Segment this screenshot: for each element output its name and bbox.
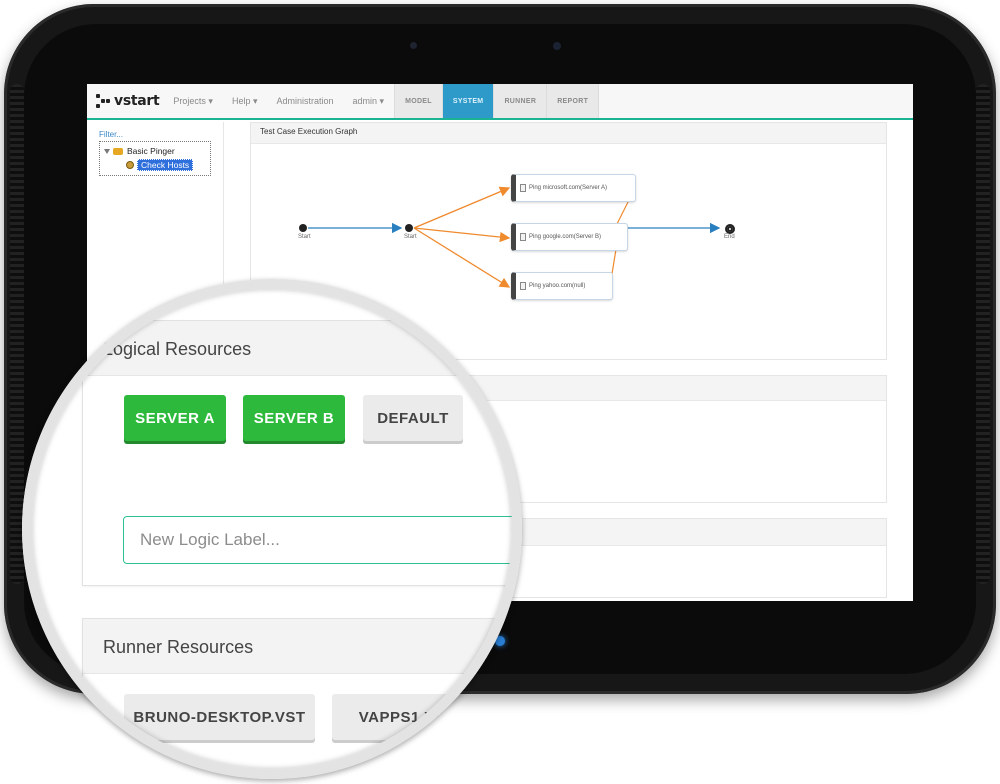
new-logic-label-input[interactable] bbox=[123, 516, 522, 564]
bruno-desktop-button[interactable]: BRUNO-DESKTOP.VST bbox=[124, 694, 315, 740]
node-label: End bbox=[724, 234, 735, 240]
document-icon bbox=[520, 233, 526, 241]
panel-title: Test Case Execution Graph bbox=[260, 127, 358, 136]
default-button[interactable]: DEFAULT bbox=[363, 395, 463, 441]
task-node[interactable]: Ping google.com(Server B) bbox=[511, 223, 628, 251]
folder-icon bbox=[113, 147, 123, 155]
tree-item-basic-pinger[interactable]: Basic Pinger bbox=[104, 146, 175, 156]
expand-caret-icon[interactable] bbox=[104, 148, 110, 154]
card-header: Logical Resources bbox=[83, 321, 522, 376]
end-node[interactable] bbox=[725, 224, 735, 234]
front-camera bbox=[553, 42, 561, 50]
node-label: Start bbox=[298, 234, 311, 240]
server-b-button[interactable]: SERVER B bbox=[243, 395, 345, 441]
start-node-1[interactable] bbox=[299, 224, 307, 232]
tab-report[interactable]: REPORT bbox=[546, 84, 600, 118]
brand-logo[interactable]: vstart bbox=[96, 93, 160, 109]
tree-item-check-hosts[interactable]: Check Hosts bbox=[126, 159, 194, 171]
magnified-content: Logical Resources SERVER A SERVER B DEFA… bbox=[22, 279, 522, 779]
tree-item-label: Basic Pinger bbox=[127, 146, 175, 156]
nav-administration[interactable]: Administration bbox=[277, 96, 334, 106]
document-icon bbox=[520, 184, 526, 192]
top-navbar: vstart Projects ▾ Help ▾ Administration … bbox=[87, 84, 913, 120]
card-title: Runner Resources bbox=[103, 637, 254, 657]
brand-name: vstart bbox=[114, 93, 160, 109]
test-tree: Basic Pinger Check Hosts bbox=[99, 141, 211, 176]
nav-projects[interactable]: Projects ▾ bbox=[173, 96, 213, 107]
gear-icon bbox=[126, 161, 134, 169]
server-a-button[interactable]: SERVER A bbox=[124, 395, 226, 441]
card-title: Logical Resources bbox=[103, 339, 252, 359]
speaker-grille-right bbox=[976, 84, 990, 584]
edge-to-task-1 bbox=[413, 186, 511, 229]
node-label: Start bbox=[404, 234, 417, 240]
tree-item-label: Check Hosts bbox=[137, 159, 194, 171]
card-header: Runner Resources bbox=[83, 619, 522, 674]
front-sensor bbox=[410, 42, 417, 49]
tree-filter-link[interactable]: Filter... bbox=[99, 130, 123, 139]
tab-model[interactable]: MODEL bbox=[394, 84, 442, 118]
magnifier: Logical Resources SERVER A SERVER B DEFA… bbox=[22, 279, 522, 779]
tab-system[interactable]: SYSTEM bbox=[441, 84, 494, 118]
task-node[interactable]: Ping yahoo.com(null) bbox=[511, 272, 613, 300]
task-node[interactable]: Ping microsoft.com(Server A) bbox=[511, 174, 636, 202]
nav-help[interactable]: Help ▾ bbox=[232, 96, 258, 107]
tab-runner[interactable]: RUNNER bbox=[493, 84, 547, 118]
nav-user-menu[interactable]: admin ▾ bbox=[353, 96, 385, 107]
logo-icon bbox=[96, 94, 110, 108]
start-node-2[interactable] bbox=[405, 224, 413, 232]
vapps1-button[interactable]: VAPPS1.VST bbox=[332, 694, 482, 740]
panel-header: Test Case Execution Graph bbox=[251, 123, 886, 144]
